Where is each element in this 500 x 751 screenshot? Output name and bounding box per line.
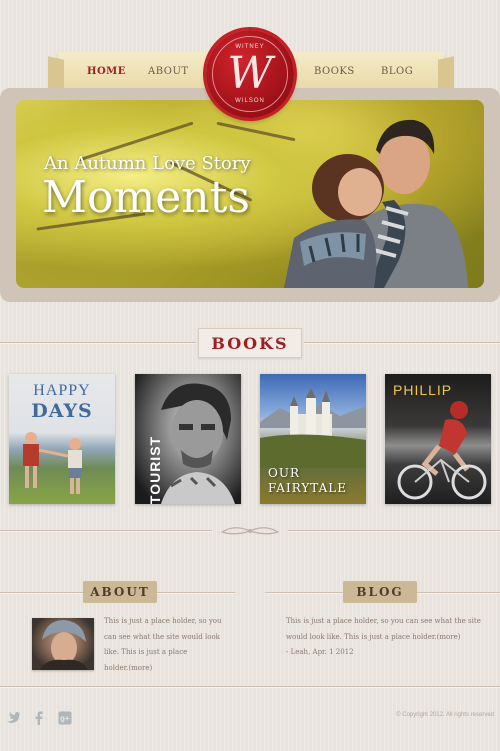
book-title-line1: HAPPY — [33, 382, 91, 399]
children-illustration — [23, 432, 82, 494]
nav-about-link[interactable]: ABOUT — [148, 66, 189, 77]
divider-right — [304, 342, 500, 343]
footer-copyright: © Copyright 2012. All rights reserved — [396, 712, 494, 718]
nav-books-link[interactable]: BOOKS — [314, 66, 355, 77]
book-cover-happy-days[interactable]: HAPPY DAYS — [9, 374, 115, 504]
google-plus-icon[interactable]: g+ — [58, 711, 72, 725]
logo-letter: W — [227, 48, 273, 99]
nav-home-link[interactable]: HOME — [87, 66, 126, 77]
about-text-line: like. This is just a place — [104, 648, 188, 656]
facebook-icon[interactable] — [32, 711, 46, 725]
about-heading: ABOUT — [83, 581, 157, 603]
hero-couple-image — [284, 119, 468, 288]
man-portrait — [161, 383, 235, 504]
ornament-divider-icon — [220, 527, 280, 535]
about-avatar — [32, 618, 94, 670]
book-title: TOURIST — [147, 435, 164, 504]
about-text: This is just a place holder, so you can … — [104, 614, 222, 676]
book-title-line1: OUR — [268, 466, 300, 480]
svg-text:g+: g+ — [60, 714, 70, 723]
divider-left — [0, 342, 196, 343]
about-text-line: This is just a place holder, so you — [104, 617, 222, 625]
hero-subtitle: An Autumn Love Story — [44, 153, 251, 174]
book-cover-phillip[interactable]: PHILLIP — [385, 374, 491, 504]
book-title: OUR FAIRYTALE — [268, 466, 347, 496]
divider-left — [0, 530, 212, 531]
about-more-link[interactable]: holder.(more) — [104, 661, 222, 677]
about-text-line: can see what the site would look — [104, 632, 220, 641]
hero-title: Moments — [42, 172, 250, 223]
footer-divider — [0, 686, 500, 687]
logo-bottom-text: WILSON — [235, 98, 265, 104]
book-title-line2: FAIRYTALE — [268, 481, 348, 495]
blog-text: This is just a place holder, so you can … — [286, 614, 481, 661]
book-cover-tourist[interactable]: TOURIST — [135, 374, 241, 504]
blog-more-link[interactable]: would look like. This is just a place ho… — [286, 630, 481, 646]
blog-heading: BLOG — [343, 581, 417, 603]
nav-blog-link[interactable]: BLOG — [381, 66, 413, 77]
divider-right — [288, 530, 500, 531]
blog-text-line: This is just a place holder, so you can … — [286, 617, 481, 625]
castle-illustration — [260, 388, 366, 468]
book-cover-our-fairytale[interactable]: OUR FAIRYTALE — [260, 374, 366, 504]
books-heading: BOOKS — [198, 328, 302, 358]
book-title-line2: DAYS — [31, 400, 93, 422]
blog-meta: - Leah, Apr. 1 2012 — [286, 648, 354, 656]
twitter-icon[interactable] — [6, 711, 20, 725]
cyclist-illustration — [397, 401, 487, 500]
logo-seal[interactable]: WITNEY W WILSON — [206, 30, 294, 118]
